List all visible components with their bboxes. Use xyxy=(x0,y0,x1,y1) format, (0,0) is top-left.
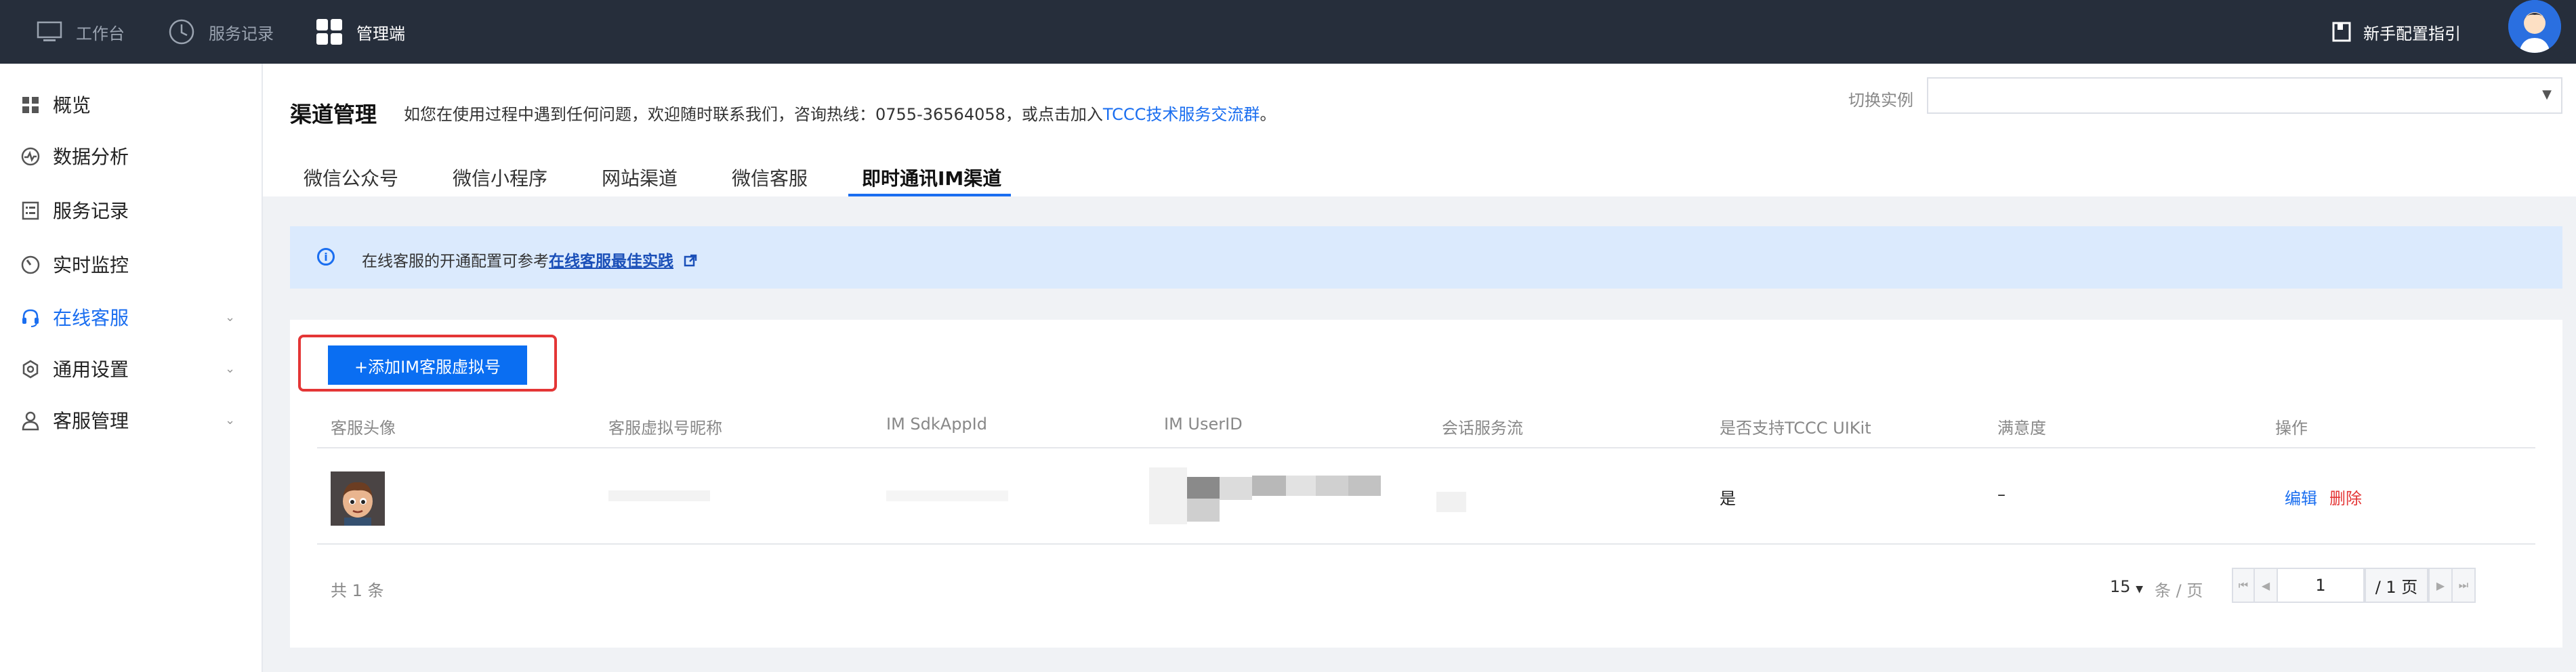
sidebar-item-label: 概览 xyxy=(53,94,91,117)
topbar-item-service-records[interactable]: 服务记录 xyxy=(168,0,274,64)
monitor-gauge-icon xyxy=(21,255,40,274)
sidebar-item-label: 在线客服 xyxy=(53,307,129,329)
user-icon xyxy=(22,411,39,431)
next-page-icon[interactable]: ▶ xyxy=(2428,568,2453,603)
sidebar: 概览 数据分析 服务记录 实时监控 在线客服 ⌄ 通用设置 ⌄ 客服管理 ⌄ xyxy=(0,64,263,672)
page-number-input[interactable]: 1 xyxy=(2277,568,2365,603)
column-header: 是否支持TCCC UIKit xyxy=(1720,419,1871,438)
user-avatar[interactable] xyxy=(2508,0,2561,53)
agent-avatar xyxy=(331,471,385,526)
sidebar-item-online-service[interactable]: 在线客服 ⌄ xyxy=(0,297,262,337)
column-header: 满意度 xyxy=(1997,419,2046,438)
page-size-unit: 条 / 页 xyxy=(2155,581,2203,600)
redacted-flow xyxy=(1436,492,1466,512)
notice-end: 。 xyxy=(1260,105,1276,124)
total-count: 共 1 条 xyxy=(331,581,384,600)
sidebar-item-general-settings[interactable]: 通用设置 ⌄ xyxy=(0,348,262,389)
book-icon xyxy=(2332,22,2351,42)
sidebar-item-label: 客服管理 xyxy=(53,410,129,432)
notice-text: 如您在使用过程中遇到任何问题，欢迎随时联系我们，咨询热线：0755-365640… xyxy=(404,105,1103,124)
redacted-userid xyxy=(1149,467,1407,524)
sidebar-item-label: 数据分析 xyxy=(53,146,129,168)
headset-icon xyxy=(22,309,39,327)
chevron-down-icon: ⌄ xyxy=(225,361,236,376)
top-bar: 工作台 服务记录 管理端 新手配置指引 xyxy=(0,0,2576,64)
column-header: 客服虚拟号昵称 xyxy=(608,419,722,438)
sidebar-item-analytics[interactable]: 数据分析 xyxy=(0,135,262,176)
guide-link[interactable]: 新手配置指引 xyxy=(2332,0,2461,64)
switch-instance-label: 切换实例 xyxy=(1848,91,1913,110)
page-title: 渠道管理 xyxy=(290,102,377,127)
edit-link[interactable]: 编辑 xyxy=(2285,485,2317,509)
grid-icon xyxy=(316,19,342,45)
uikit-support-value: 是 xyxy=(1720,489,1736,508)
sidebar-item-label: 服务记录 xyxy=(53,200,129,222)
column-header: IM SdkAppId xyxy=(886,415,987,434)
chevron-down-icon: ⌄ xyxy=(225,413,236,427)
column-header: 操作 xyxy=(2275,419,2308,438)
tab-wechat-official[interactable]: 微信公众号 xyxy=(304,164,398,191)
table-header-divider xyxy=(317,447,2535,448)
topbar-item-label: 管理端 xyxy=(356,24,405,43)
caret-down-icon: ▼ xyxy=(2542,87,2552,102)
delete-link[interactable]: 删除 xyxy=(2329,485,2362,509)
info-banner: i 在线客服的开通配置可参考在线客服最佳实践 xyxy=(290,226,2562,289)
satisfaction-value: – xyxy=(1997,485,2006,504)
monitor-icon xyxy=(37,21,62,41)
topbar-item-label: 工作台 xyxy=(76,24,125,43)
tab-wechat-miniprogram[interactable]: 微信小程序 xyxy=(453,164,547,191)
tab-website[interactable]: 网站渠道 xyxy=(602,164,678,191)
total-pages: / 1 页 xyxy=(2365,568,2428,603)
first-page-icon[interactable]: ⏮ xyxy=(2232,568,2255,603)
column-header: 客服头像 xyxy=(331,419,396,438)
add-im-account-button[interactable]: +添加IM客服虚拟号 xyxy=(328,345,527,385)
info-icon: i xyxy=(317,248,335,266)
sidebar-item-label: 通用设置 xyxy=(53,358,129,381)
column-header: 会话服务流 xyxy=(1442,419,1523,438)
page-size-select[interactable]: 15 ▼ xyxy=(2110,577,2143,596)
guide-label: 新手配置指引 xyxy=(2363,24,2461,43)
page-notice: 如您在使用过程中遇到任何问题，欢迎随时联系我们，咨询热线：0755-365640… xyxy=(404,101,1276,125)
external-link-icon[interactable] xyxy=(684,254,697,268)
sidebar-item-agent-management[interactable]: 客服管理 ⌄ xyxy=(0,400,262,440)
analytics-icon xyxy=(21,147,40,166)
switch-instance-select[interactable]: ▼ xyxy=(1927,77,2562,114)
topbar-item-workbench[interactable]: 工作台 xyxy=(37,0,125,64)
settings-icon xyxy=(22,360,39,379)
info-text: 在线客服的开通配置可参考在线客服最佳实践 xyxy=(362,248,697,271)
notice-link[interactable]: TCCC技术服务交流群 xyxy=(1103,105,1260,124)
active-tab-indicator xyxy=(848,194,1011,196)
redacted-sdkappid xyxy=(886,490,1008,501)
dashboard-icon xyxy=(22,97,39,113)
sidebar-item-service-records[interactable]: 服务记录 xyxy=(0,190,262,230)
list-icon xyxy=(22,201,39,220)
column-header: IM UserID xyxy=(1164,415,1243,434)
info-link[interactable]: 在线客服最佳实践 xyxy=(549,253,673,270)
page-size-value: 15 xyxy=(2110,577,2131,596)
sidebar-item-overview[interactable]: 概览 xyxy=(0,84,262,125)
sidebar-item-label: 实时监控 xyxy=(53,254,129,276)
chevron-down-icon: ⌄ xyxy=(225,310,236,324)
caret-down-icon: ▼ xyxy=(2136,584,2143,595)
topbar-item-label: 服务记录 xyxy=(209,24,274,43)
main-content: 渠道管理 如您在使用过程中遇到任何问题，欢迎随时联系我们，咨询热线：0755-3… xyxy=(263,64,2576,672)
page-header: 渠道管理 如您在使用过程中遇到任何问题，欢迎随时联系我们，咨询热线：0755-3… xyxy=(263,64,2576,196)
sidebar-item-realtime-monitor[interactable]: 实时监控 xyxy=(0,244,262,285)
info-message: 在线客服的开通配置可参考 xyxy=(362,253,549,270)
channel-card: +添加IM客服虚拟号 客服头像 客服虚拟号昵称 IM SdkAppId IM U… xyxy=(290,320,2562,648)
topbar-item-admin[interactable]: 管理端 xyxy=(316,0,405,64)
tab-im-channel[interactable]: 即时通讯IM渠道 xyxy=(862,164,1001,191)
tab-wechat-service[interactable]: 微信客服 xyxy=(732,164,808,191)
prev-page-icon[interactable]: ◀ xyxy=(2253,568,2278,603)
table-row-divider xyxy=(317,543,2535,545)
redacted-nickname xyxy=(608,490,710,501)
clock-icon xyxy=(169,19,194,45)
last-page-icon[interactable]: ⏭ xyxy=(2451,568,2476,603)
